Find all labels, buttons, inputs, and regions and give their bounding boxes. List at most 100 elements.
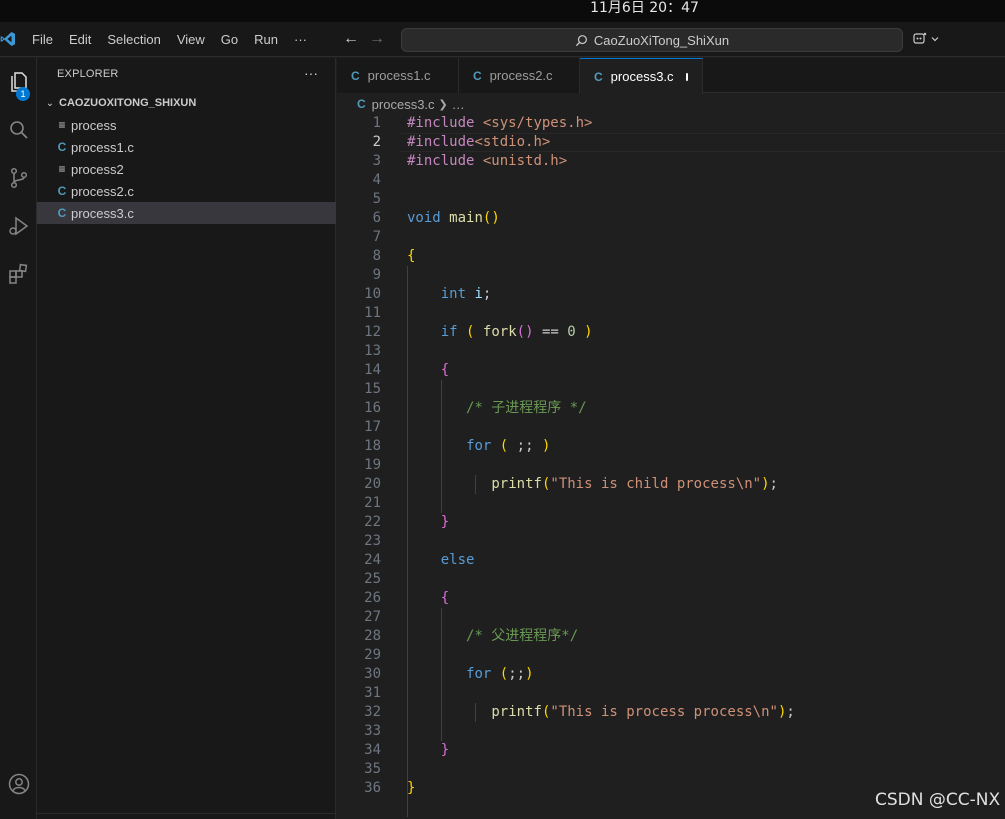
- code-line[interactable]: 6 void main(): [337, 209, 1005, 228]
- chevron-down-icon: ⌄: [45, 97, 55, 109]
- code-line[interactable]: 25: [337, 570, 1005, 589]
- explorer-more-actions[interactable]: ···: [304, 65, 318, 81]
- code-line[interactable]: 2 #include<stdio.h>: [337, 133, 1005, 152]
- explorer-header: EXPLORER: [57, 68, 119, 80]
- activity-search[interactable]: [0, 110, 37, 150]
- command-center-label: CaoZuoXiTong_ShiXun: [593, 32, 730, 48]
- code-line[interactable]: 32 printf("This is process process\n");: [337, 703, 1005, 722]
- line-number: 6: [372, 210, 381, 226]
- line-number: 18: [364, 438, 381, 454]
- code-line[interactable]: 22 }: [337, 513, 1005, 532]
- code-line[interactable]: 16 /* 子进程程序 */: [337, 399, 1005, 418]
- code-line[interactable]: 35: [337, 760, 1005, 779]
- code-text: printf("This is child process\n");: [491, 476, 778, 492]
- system-top-bar: 11月6日 20：47: [0, 0, 1005, 22]
- breadcrumb-file[interactable]: process3.c: [372, 97, 435, 112]
- file-name: process1.c: [71, 139, 134, 155]
- code-text: }: [440, 742, 450, 758]
- code-text: {: [440, 362, 450, 378]
- activity-accounts[interactable]: [0, 764, 37, 804]
- line-number: 14: [364, 362, 381, 378]
- code-text: int i;: [440, 286, 492, 302]
- tab-process2-c[interactable]: C process2.c: [459, 58, 580, 93]
- code-line[interactable]: 3 #include <unistd.h>: [337, 152, 1005, 171]
- code-line[interactable]: 30 for (;;): [337, 665, 1005, 684]
- code-line[interactable]: 11: [337, 304, 1005, 323]
- code-text: for (;;): [466, 666, 534, 682]
- file-item-process2-c[interactable]: C process2.c: [37, 180, 336, 202]
- code-line[interactable]: 8{: [337, 247, 1005, 266]
- code-line[interactable]: 13: [337, 342, 1005, 361]
- line-number: 32: [364, 704, 381, 720]
- line-number: 36: [364, 780, 381, 796]
- code-text: printf("This is process process\n");: [491, 704, 795, 720]
- menu-edit[interactable]: Edit: [61, 22, 99, 57]
- menu-more[interactable]: ···: [286, 22, 315, 57]
- code-line[interactable]: 21: [337, 494, 1005, 513]
- chevron-right-icon: ❯: [438, 98, 448, 111]
- code-line[interactable]: 27: [337, 608, 1005, 627]
- code-line[interactable]: 12 if ( fork() == 0 ): [337, 323, 1005, 342]
- code-text: {: [440, 590, 450, 606]
- file-item-process3-c[interactable]: C process3.c: [37, 202, 336, 224]
- tab-process1-c[interactable]: C process1.c: [337, 58, 459, 93]
- command-center-search[interactable]: CaoZuoXiTong_ShiXun: [401, 28, 903, 52]
- code-line[interactable]: 17: [337, 418, 1005, 437]
- menu-run[interactable]: Run: [246, 22, 286, 57]
- code-line[interactable]: 24 else: [337, 551, 1005, 570]
- code-line[interactable]: 7: [337, 228, 1005, 247]
- workspace-folder[interactable]: ⌄ CAOZUOXITONG_SHIXUN: [37, 92, 336, 114]
- code-line[interactable]: 18 for ( ;; ): [337, 437, 1005, 456]
- menu-go[interactable]: Go: [213, 22, 246, 57]
- line-number: 20: [364, 476, 381, 492]
- line-number: 9: [372, 267, 381, 283]
- code-line[interactable]: 5: [337, 190, 1005, 209]
- line-number: 17: [364, 419, 381, 435]
- file-item-process1-c[interactable]: C process1.c: [37, 136, 336, 158]
- code-line[interactable]: 34 }: [337, 741, 1005, 760]
- code-line[interactable]: 1 #include <sys/types.h>: [337, 114, 1005, 133]
- code-line[interactable]: 4: [337, 171, 1005, 190]
- menu-file[interactable]: File: [24, 22, 61, 57]
- code-line[interactable]: 33: [337, 722, 1005, 741]
- copilot-menu[interactable]: [912, 31, 940, 47]
- file-item-process2[interactable]: ≡ process2: [37, 158, 336, 180]
- activity-run-debug[interactable]: [0, 206, 37, 246]
- c-file-icon: C: [357, 97, 366, 111]
- code-line[interactable]: 28 /* 父进程程序*/: [337, 627, 1005, 646]
- navigation-arrows: ← →: [343, 30, 385, 48]
- file-name: process2.c: [71, 183, 134, 199]
- line-number: 25: [364, 571, 381, 587]
- code-line[interactable]: 14 {: [337, 361, 1005, 380]
- code-line[interactable]: 10 int i;: [337, 285, 1005, 304]
- code-editor[interactable]: 1 #include <sys/types.h> 2 #include<stdio.h…: [337, 114, 1005, 819]
- tab-label: process1.c: [367, 68, 431, 83]
- menu-selection[interactable]: Selection: [99, 22, 168, 57]
- code-line[interactable]: 26 {: [337, 589, 1005, 608]
- forward-arrow-icon[interactable]: →: [369, 30, 385, 48]
- tab-label: process3.c: [610, 69, 674, 84]
- code-line[interactable]: 29: [337, 646, 1005, 665]
- search-icon: [575, 34, 587, 46]
- activity-explorer[interactable]: 1: [0, 62, 37, 102]
- code-line[interactable]: 15: [337, 380, 1005, 399]
- code-line[interactable]: 19: [337, 456, 1005, 475]
- activity-source-control[interactable]: [0, 158, 37, 198]
- code-line[interactable]: 9: [337, 266, 1005, 285]
- unsaved-dot-icon[interactable]: [685, 72, 688, 81]
- activity-extensions[interactable]: [0, 254, 37, 294]
- back-arrow-icon[interactable]: ←: [343, 30, 359, 48]
- tab-process3-c[interactable]: C process3.c: [580, 58, 703, 94]
- run-debug-icon: [8, 216, 28, 236]
- line-number: 27: [364, 609, 381, 625]
- code-line[interactable]: 23: [337, 532, 1005, 551]
- line-number: 13: [364, 343, 381, 359]
- line-number: 15: [364, 381, 381, 397]
- breadcrumb-symbol[interactable]: …: [452, 97, 465, 112]
- menu-view[interactable]: View: [169, 22, 213, 57]
- file-item-process[interactable]: ≡ process: [37, 114, 336, 136]
- c-file-icon: C: [351, 68, 360, 83]
- system-clock[interactable]: 11月6日 20：47: [142, 0, 1005, 17]
- code-line[interactable]: 31: [337, 684, 1005, 703]
- code-line[interactable]: 20 printf("This is child process\n");: [337, 475, 1005, 494]
